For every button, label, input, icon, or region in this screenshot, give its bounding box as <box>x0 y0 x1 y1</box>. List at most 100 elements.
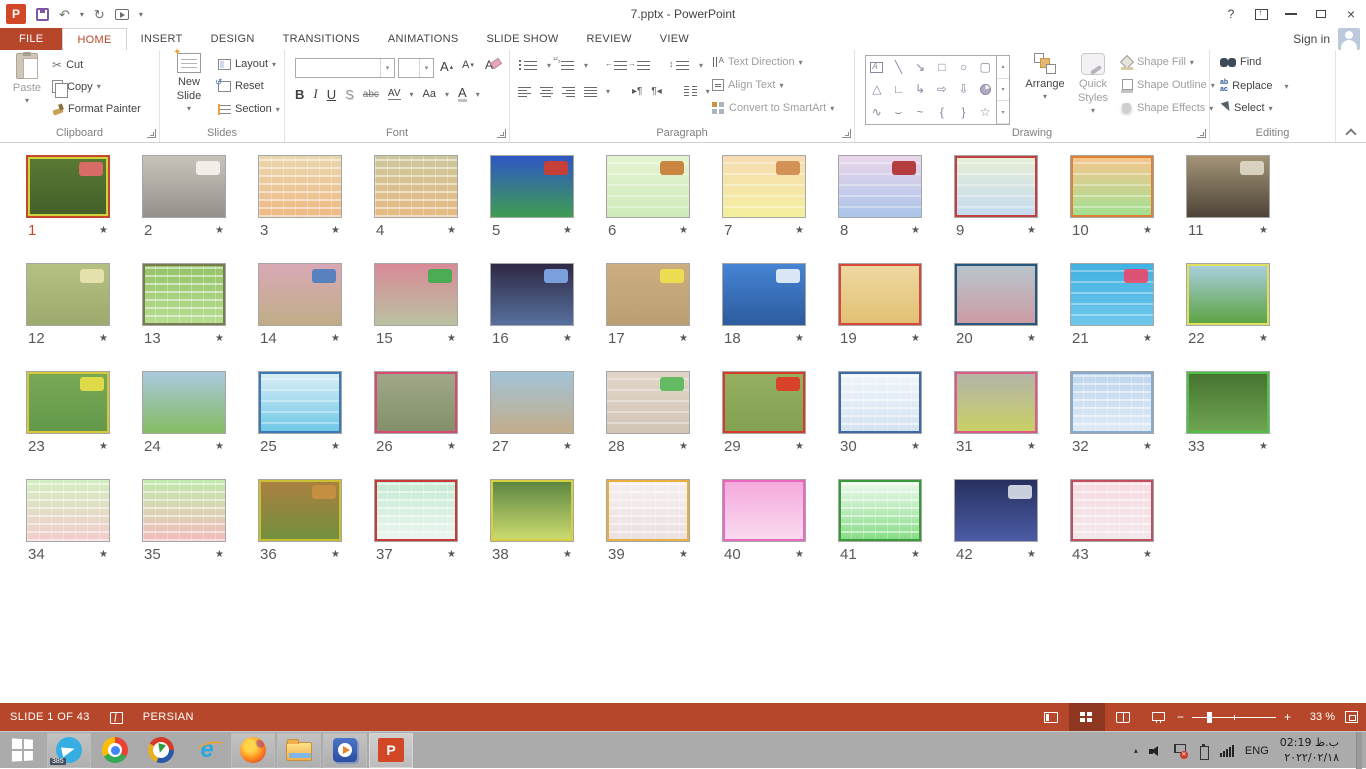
text-direction-button[interactable]: Text Direction ▾ <box>712 56 803 68</box>
animation-star-icon[interactable]: ★ <box>1143 333 1152 344</box>
arrange-button[interactable]: Arrange ▾ <box>1021 53 1069 102</box>
slide-thumbnail-cell[interactable]: 34★ <box>26 479 110 563</box>
gallery-scroll-button[interactable]: ▾ <box>997 79 1009 102</box>
animation-star-icon[interactable]: ★ <box>447 441 456 452</box>
numbering-button[interactable] <box>561 60 574 71</box>
format-painter-button[interactable]: Format Painter <box>52 103 141 115</box>
redo-icon[interactable]: ↻ <box>94 8 105 21</box>
tab-insert[interactable]: INSERT <box>127 28 197 50</box>
show-hidden-icons-button[interactable]: ▴ <box>1134 746 1138 755</box>
slide-thumbnail-cell[interactable]: 22★ <box>1186 263 1270 347</box>
slide-7-thumbnail[interactable] <box>722 155 806 218</box>
shape-gallery-item[interactable] <box>866 56 888 78</box>
slide-6-thumbnail[interactable] <box>606 155 690 218</box>
slide-24-thumbnail[interactable] <box>142 371 226 434</box>
animation-star-icon[interactable]: ★ <box>563 441 572 452</box>
slide-thumbnail-cell[interactable]: 29★ <box>722 371 806 455</box>
language-indicator[interactable]: PERSIAN <box>143 711 194 723</box>
minimize-button[interactable] <box>1276 2 1306 26</box>
slide-thumbnail-cell[interactable]: 8★ <box>838 155 922 239</box>
animation-star-icon[interactable]: ★ <box>795 549 804 560</box>
animation-star-icon[interactable]: ★ <box>447 225 456 236</box>
slide-thumbnail-cell[interactable]: 36★ <box>258 479 342 563</box>
shape-gallery-item[interactable]: ⇨ <box>931 78 953 100</box>
slide-28-thumbnail[interactable] <box>606 371 690 434</box>
slide-33-thumbnail[interactable] <box>1186 371 1270 434</box>
slide-thumbnail-cell[interactable]: 21★ <box>1070 263 1154 347</box>
paste-button[interactable]: Paste ▾ <box>6 53 48 106</box>
shape-gallery-item[interactable]: □ <box>931 56 953 78</box>
font-size-combobox[interactable]: ▾ <box>398 58 434 78</box>
columns-button[interactable] <box>684 86 697 97</box>
tab-home[interactable]: HOME <box>62 28 126 50</box>
animation-star-icon[interactable]: ★ <box>911 549 920 560</box>
find-button[interactable]: Find <box>1220 56 1261 68</box>
animation-star-icon[interactable]: ★ <box>215 225 224 236</box>
show-desktop-button[interactable] <box>1356 732 1362 769</box>
slide-thumbnail-cell[interactable]: 40★ <box>722 479 806 563</box>
slide-40-thumbnail[interactable] <box>722 479 806 542</box>
taskbar-internet-explorer[interactable]: e <box>185 733 229 768</box>
slide-17-thumbnail[interactable] <box>606 263 690 326</box>
sign-in-link[interactable]: Sign in <box>1293 32 1330 46</box>
slide-thumbnail-cell[interactable]: 6★ <box>606 155 690 239</box>
animation-star-icon[interactable]: ★ <box>1143 225 1152 236</box>
new-slide-button[interactable]: New Slide ▾ <box>168 53 210 114</box>
slide-8-thumbnail[interactable] <box>838 155 922 218</box>
animation-star-icon[interactable]: ★ <box>563 549 572 560</box>
battery-icon[interactable] <box>1197 744 1209 758</box>
slide-thumbnail-cell[interactable]: 41★ <box>838 479 922 563</box>
network-signal-icon[interactable] <box>1220 745 1234 757</box>
animation-star-icon[interactable]: ★ <box>99 333 108 344</box>
increase-indent-button[interactable] <box>637 60 650 71</box>
shapes-gallery-scrollbar[interactable]: ▴▾▾ <box>997 55 1010 125</box>
close-button[interactable]: × <box>1336 2 1366 26</box>
line-spacing-button[interactable] <box>676 60 689 71</box>
slide-thumbnail-cell[interactable]: 15★ <box>374 263 458 347</box>
shape-gallery-item[interactable]: ▢ <box>974 56 996 78</box>
slide-34-thumbnail[interactable] <box>26 479 110 542</box>
strikethrough-button[interactable]: abc <box>363 89 379 100</box>
change-case-button[interactable]: Aa <box>423 88 436 100</box>
bold-button[interactable]: B <box>295 87 304 102</box>
slide-thumbnail-cell[interactable]: 39★ <box>606 479 690 563</box>
keyboard-language-indicator[interactable]: ENG <box>1245 745 1269 757</box>
slide-38-thumbnail[interactable] <box>490 479 574 542</box>
slide-42-thumbnail[interactable] <box>954 479 1038 542</box>
animation-star-icon[interactable]: ★ <box>679 225 688 236</box>
quick-styles-button[interactable]: Quick Styles ▾ <box>1071 53 1115 116</box>
taskbar-chrome[interactable] <box>93 733 137 768</box>
slide-4-thumbnail[interactable] <box>374 155 458 218</box>
slide-thumbnail-cell[interactable]: 17★ <box>606 263 690 347</box>
decrease-indent-button[interactable] <box>614 60 627 71</box>
shape-gallery-item[interactable]: ╲ <box>888 56 910 78</box>
slide-9-thumbnail[interactable] <box>954 155 1038 218</box>
shape-outline-button[interactable]: Shape Outline ▾ <box>1121 79 1215 91</box>
slide-thumbnail-cell[interactable]: 12★ <box>26 263 110 347</box>
help-button[interactable]: ? <box>1216 2 1246 26</box>
layout-button[interactable]: Layout ▾ <box>218 58 276 70</box>
slide-thumbnail-cell[interactable]: 30★ <box>838 371 922 455</box>
animation-star-icon[interactable]: ★ <box>911 441 920 452</box>
slide-32-thumbnail[interactable] <box>1070 371 1154 434</box>
slide-thumbnail-cell[interactable]: 18★ <box>722 263 806 347</box>
paragraph-dialog-launcher[interactable] <box>842 129 851 138</box>
left-to-right-button[interactable]: ▸¶ <box>632 86 642 97</box>
slide-thumbnail-cell[interactable]: 5★ <box>490 155 574 239</box>
normal-view-button[interactable] <box>1033 703 1069 731</box>
animation-star-icon[interactable]: ★ <box>331 333 340 344</box>
slide-13-thumbnail[interactable] <box>142 263 226 326</box>
slide-thumbnail-cell[interactable]: 19★ <box>838 263 922 347</box>
slide-21-thumbnail[interactable] <box>1070 263 1154 326</box>
gallery-scroll-button[interactable]: ▾ <box>997 101 1009 124</box>
font-color-button[interactable]: A <box>458 86 467 102</box>
slide-thumbnail-cell[interactable]: 43★ <box>1070 479 1154 563</box>
animation-star-icon[interactable]: ★ <box>99 225 108 236</box>
slide-23-thumbnail[interactable] <box>26 371 110 434</box>
italic-button[interactable]: I <box>313 86 317 102</box>
zoom-percentage[interactable]: 33 % <box>1297 711 1335 723</box>
clipboard-dialog-launcher[interactable] <box>147 129 156 138</box>
taskbar-telegram[interactable]: 385 <box>47 733 91 768</box>
clear-formatting-button[interactable] <box>485 58 500 72</box>
animation-star-icon[interactable]: ★ <box>679 333 688 344</box>
